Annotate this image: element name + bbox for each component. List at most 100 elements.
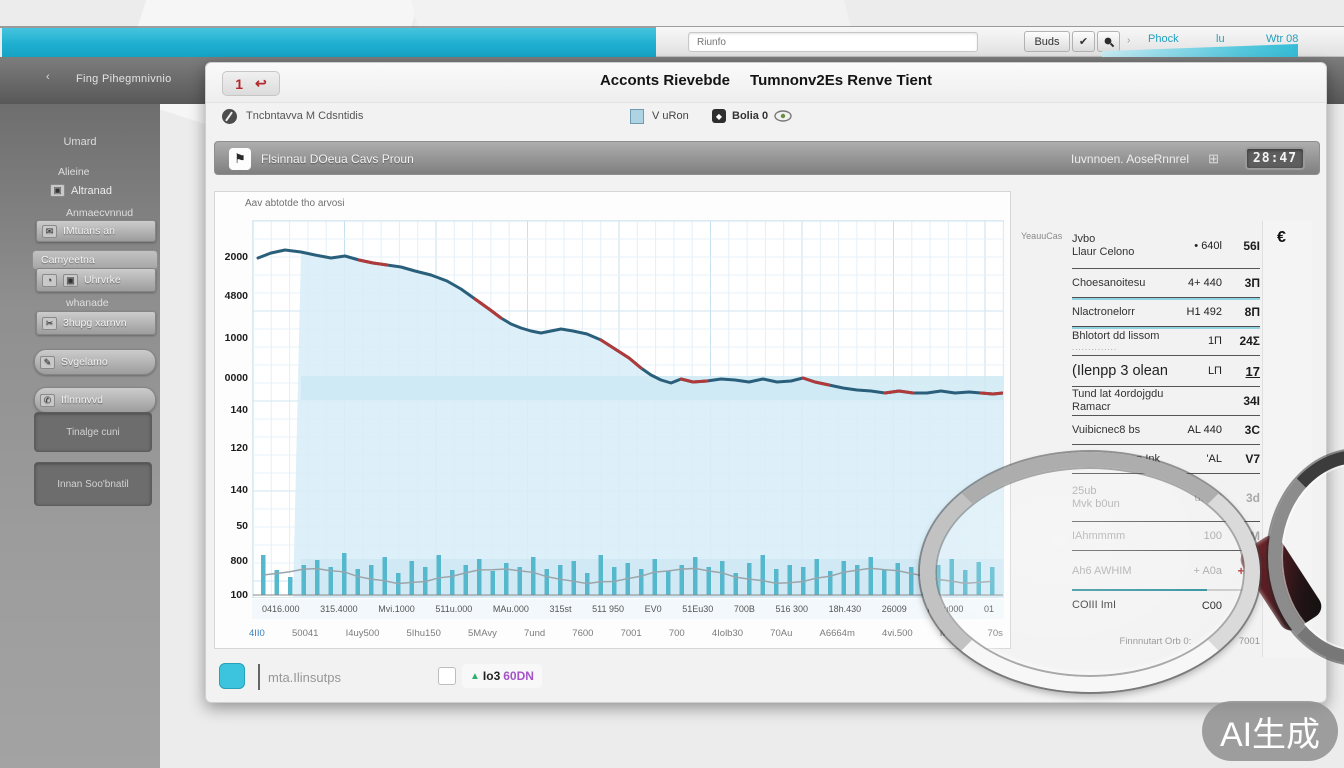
toolbar: Tncbntavva M Cdsntidis V uRon ◆ Bolia 0 — [206, 104, 1326, 130]
x-tick-label: 700B — [734, 604, 755, 614]
table-row[interactable]: NlactronelorrH1 4928Π — [1072, 298, 1260, 327]
y-tick-label: 2000 — [215, 251, 248, 263]
sidebar-item-altranad[interactable]: ▣Altranad — [50, 184, 112, 197]
x-tick-label: 18h.430 — [829, 604, 862, 614]
trend-up-icon: ▲ — [470, 671, 480, 682]
x-tick-label: 7600 — [572, 628, 593, 639]
sidebar-item-iflnnnvvd[interactable]: ✆Iflnnnvvd — [34, 387, 156, 413]
y-tick-label: 50 — [215, 520, 248, 532]
image-icon: ▣ — [50, 184, 65, 197]
sidebar-item-3hupg-xarnvn[interactable]: ✂3hupg xarnvn — [36, 311, 156, 335]
x-tick-label: MAu.000 — [493, 604, 529, 614]
pencil-icon: ✎ — [40, 356, 55, 369]
y-tick-label: 800 — [215, 555, 248, 567]
chevron-right-icon: › — [1127, 35, 1130, 46]
search-input[interactable] — [688, 32, 978, 52]
sidebar-item-whanade: whanade — [66, 297, 109, 309]
check-button[interactable]: ✔ — [1072, 31, 1095, 52]
x-tick-label: 516 300 — [775, 604, 808, 614]
y-tick-label: 140 — [215, 404, 248, 416]
legend-color-chip — [219, 663, 245, 689]
legend-divider — [258, 664, 260, 690]
x-tick-label: 315.4000 — [320, 604, 358, 614]
trend-unit: 60DN — [503, 669, 534, 683]
table-row[interactable]: Choesanoitesu4+ 4403Π — [1072, 269, 1260, 298]
boost-label: Bolia 0 — [732, 110, 768, 122]
magnifier-icon — [1103, 36, 1115, 48]
top-accent-band — [2, 28, 656, 57]
sidebar-item-uhrvrke[interactable]: ◔▣Uhrvrke — [36, 268, 156, 292]
x-tick-label: 50041 — [292, 628, 318, 639]
x-tick-label: 7und — [524, 628, 545, 639]
timer-badge: 28:47 — [1245, 147, 1305, 170]
record-icon — [222, 109, 237, 124]
mail-icon: ✉ — [42, 225, 57, 238]
trend-value: Io3 — [483, 669, 500, 683]
tab-wtr-08[interactable]: Wtr 08 — [1266, 33, 1298, 45]
sidebar-item-anmaecvnnud: Anmaecvnnud — [66, 207, 133, 219]
table-row[interactable]: Vuibicnec8 bsAL 4403C — [1072, 416, 1260, 445]
x-tick-label: Mvi.1000 — [378, 604, 415, 614]
table-row[interactable]: JvboLlaur Celono• 640l56I — [1072, 223, 1260, 269]
clock-icon: ◔ — [42, 274, 57, 287]
sidebar-item-tinalge-cuni[interactable]: Tinalge cuni — [34, 412, 152, 452]
sidebar-item-imtuans-an[interactable]: ✉IMtuans an — [36, 220, 156, 242]
sidebar-item-svgelamo[interactable]: ✎Svgelamo — [34, 349, 156, 375]
flag-icon[interactable]: ⚑ — [229, 148, 251, 170]
y-tick-label: 1000 — [215, 332, 248, 344]
buds-button[interactable]: Buds — [1024, 31, 1070, 52]
banner-right-label: Iuvnnoen. AoseRnnrel — [1071, 152, 1189, 166]
legend-label: mta.Ilinsutps — [268, 670, 341, 685]
x-tick-label: 4II0 — [249, 628, 265, 639]
table-row[interactable]: Tund lat 4ordojgdu Ramacr34I — [1072, 387, 1260, 416]
y-tick-label: 4800 — [215, 290, 248, 302]
sidebar-item-alieine: Alieine — [58, 166, 90, 178]
page-title: Acconts Rievebde Tumnonv2Es Renve Tient — [206, 72, 1326, 89]
chart-title: Aav abtotde tho arvosi — [245, 198, 345, 209]
chart-plot-svg — [253, 221, 1003, 597]
scissors-icon: ✂ — [42, 317, 57, 330]
x-tick-label: 4vi.500 — [882, 628, 913, 639]
x-tick-label: 700 — [669, 628, 685, 639]
search-tool-button[interactable] — [1097, 31, 1120, 52]
plot-area — [252, 220, 1004, 598]
x-tick-label: EV0 — [645, 604, 662, 614]
currency-icon: € — [1277, 229, 1286, 247]
x-tick-label: 511u.000 — [435, 604, 472, 614]
x-tick-label: I4uy500 — [346, 628, 380, 639]
sidebar-item-umard: Umard — [0, 136, 160, 148]
x-tick-label: 5Ihu150 — [407, 628, 441, 639]
page-title-right: Tumnonv2Es Renve Tient — [750, 72, 932, 89]
table-row[interactable]: (Ilenpp 3 oleanLΠ17 — [1072, 356, 1260, 387]
sidebar-item-camyeetna[interactable]: Camyeetna — [32, 250, 158, 270]
sidebar-collapse-icon[interactable]: ‹ — [46, 71, 50, 83]
table-row[interactable]: Bhlotort dd lissom..............1Π24Σ — [1072, 327, 1260, 356]
tab-phock[interactable]: Phock — [1148, 33, 1179, 45]
eye-icon[interactable] — [774, 110, 792, 122]
x-tick-label: 70Au — [770, 628, 792, 639]
image-icon: ▣ — [63, 274, 78, 287]
x-tick-label: 511 950 — [592, 604, 624, 614]
status-banner: ⚑ Flsinnau DOeua Cavs Proun Iuvnnoen. Ao… — [214, 141, 1320, 175]
sidebar-item-innan-soo-bnatil[interactable]: Innan Soo'bnatil — [34, 462, 152, 506]
y-tick-label: 140 — [215, 484, 248, 496]
magnifier-lens — [920, 452, 1260, 692]
tab-lu[interactable]: lu — [1216, 33, 1225, 45]
x-tick-label: 4Iolb30 — [712, 628, 743, 639]
app-screen: Buds ✔ › ‹ Fing Pihegmnivnio Umard Aliein… — [0, 0, 1344, 768]
y-tick-label: 0000 — [215, 372, 248, 384]
sidebar-header-label: Fing Pihegmnivnio — [76, 73, 172, 85]
y-tick-label: 100 — [215, 589, 248, 601]
color-swatch[interactable] — [630, 109, 644, 124]
table-side-label: YeauuCas — [1021, 231, 1062, 241]
phone-icon: ✆ — [40, 394, 55, 407]
legend-checkbox[interactable] — [438, 667, 456, 685]
x-tick-label: 0416.000 — [262, 604, 300, 614]
x-tick-label: 51Eu30 — [682, 604, 713, 614]
grid-icon[interactable]: ⊞ — [1208, 151, 1219, 167]
x-tick-label: 26009 — [882, 604, 907, 614]
swatch-label: V uRon — [652, 110, 689, 122]
chart-panel: Aav abtotde tho arvosi 2000 4800 1000 0000 1… — [214, 191, 1011, 649]
x-tick-label: 5MAvy — [468, 628, 497, 639]
y-tick-label: 120 — [215, 442, 248, 454]
